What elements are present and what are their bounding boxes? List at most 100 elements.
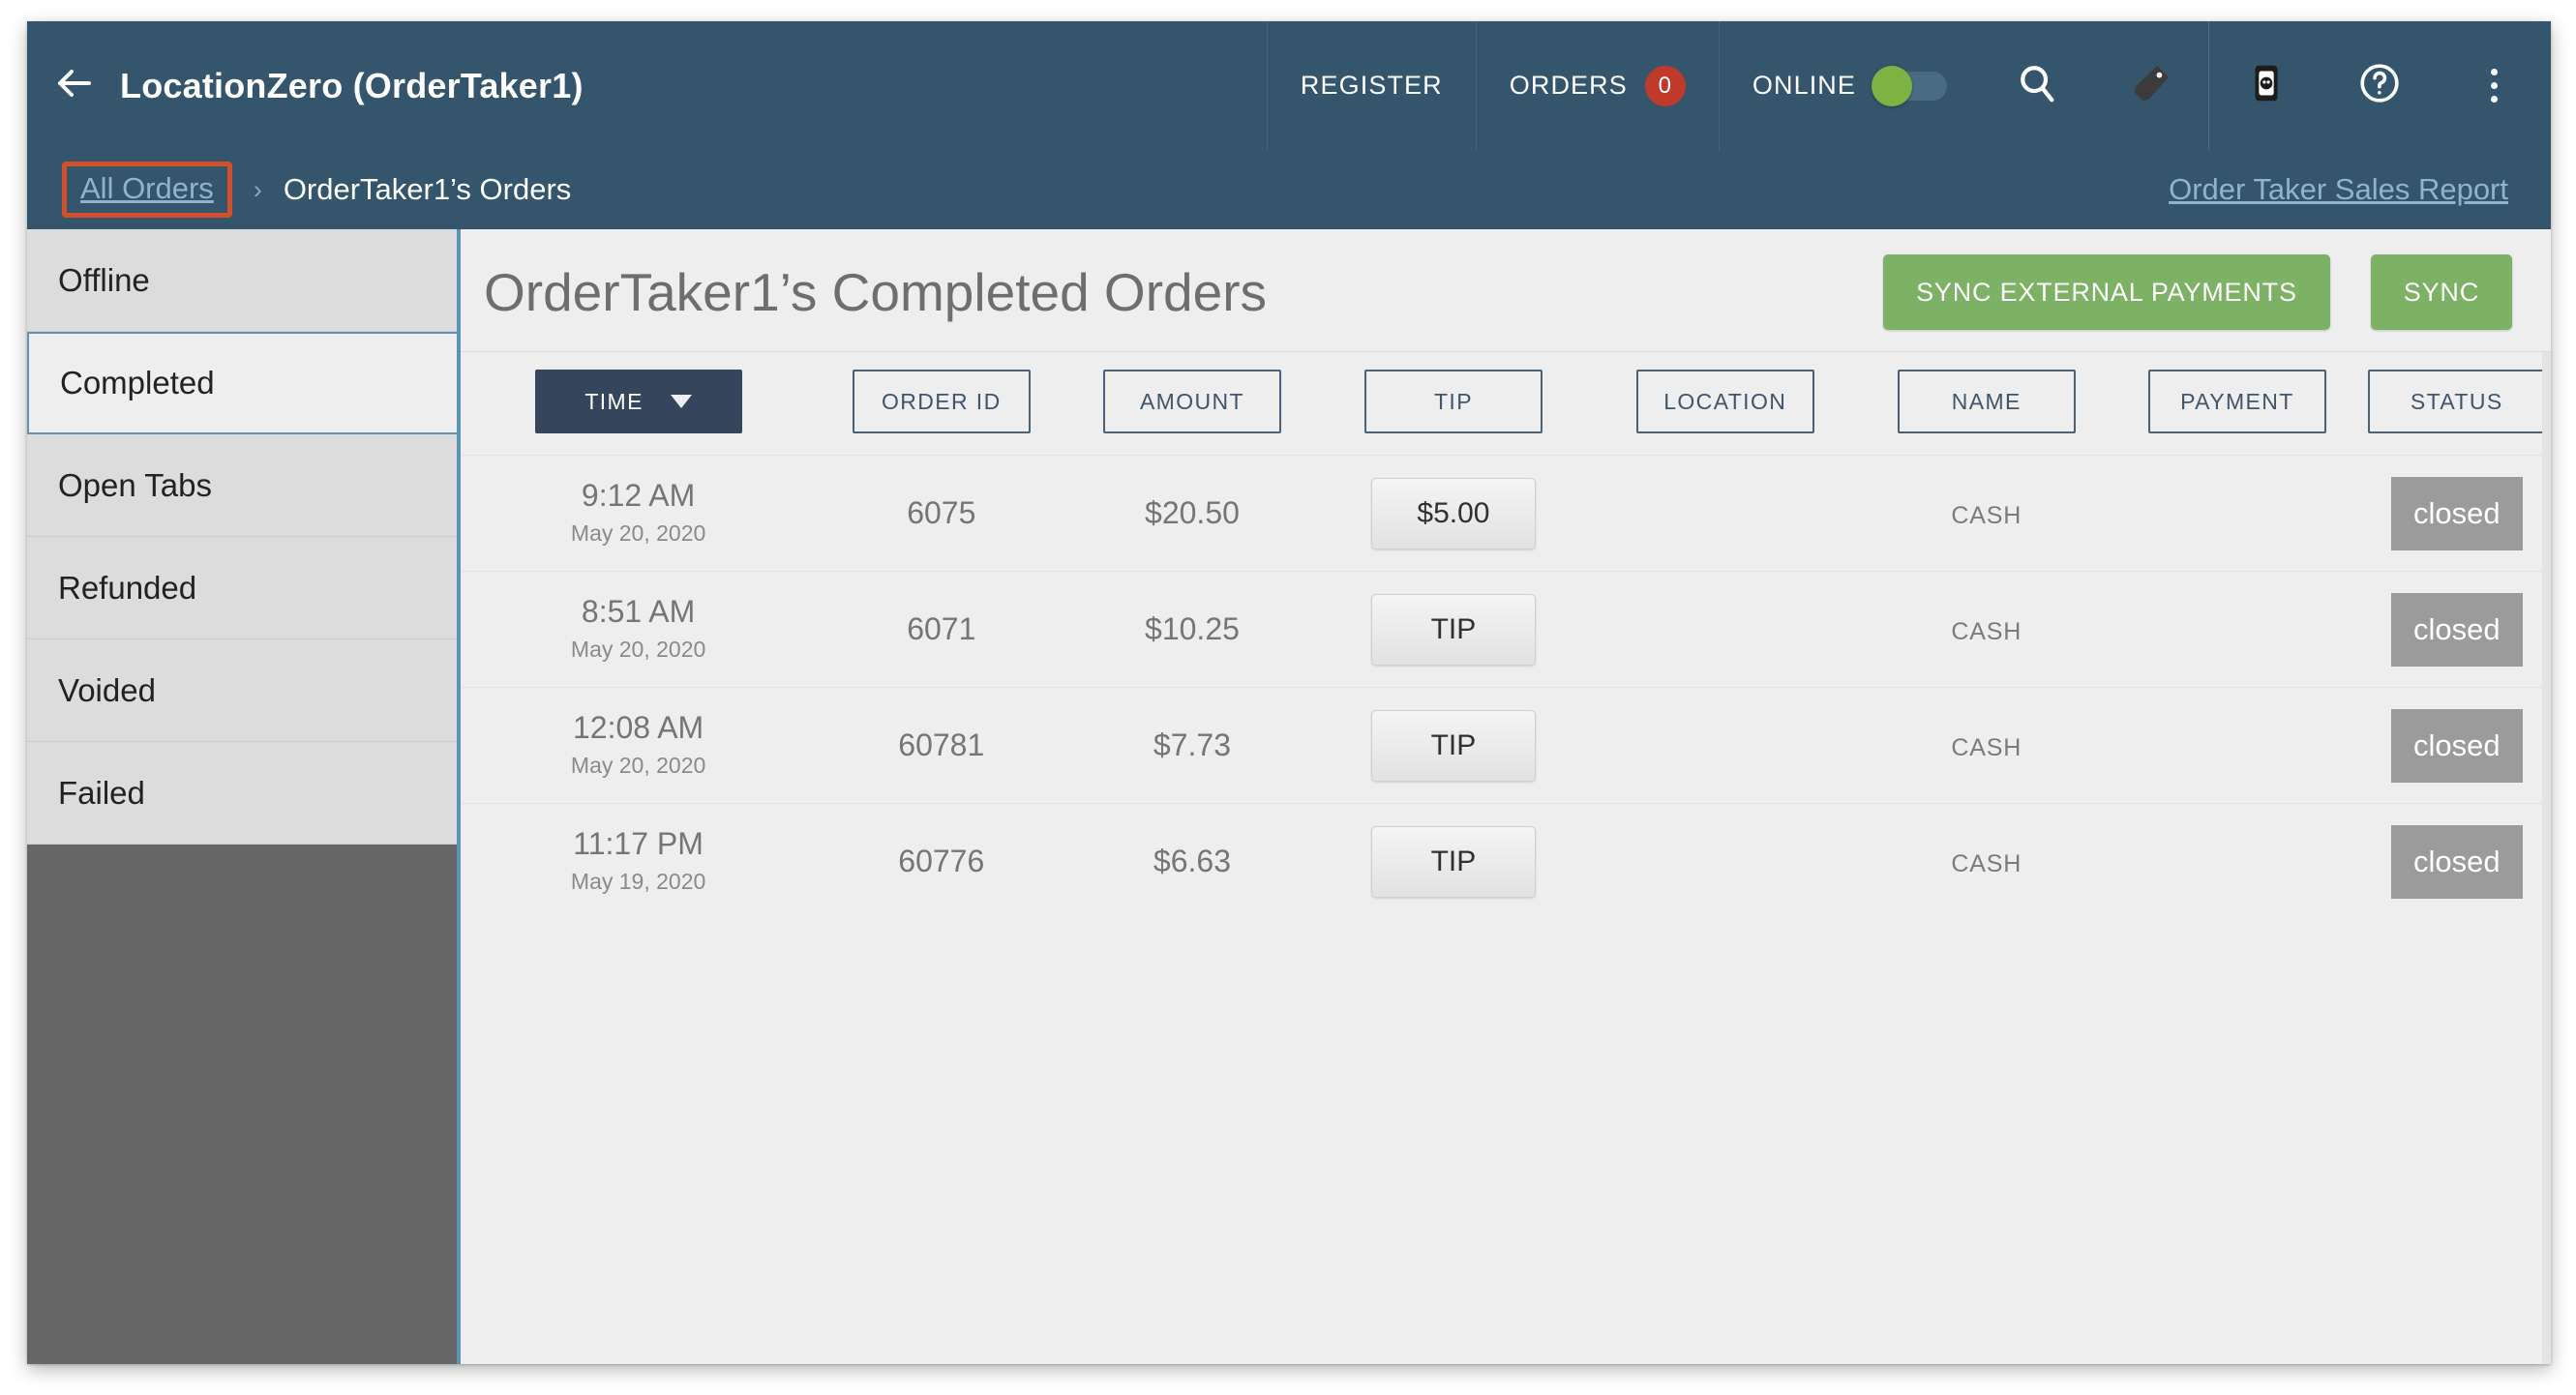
orders-label: ORDERS xyxy=(1509,71,1628,100)
sidebar-item-label: Offline xyxy=(58,261,150,298)
sidebar-item-offline[interactable]: Offline xyxy=(27,229,457,332)
order-time: 8:51 AM xyxy=(581,594,696,630)
column-header-tip-cell: TIP xyxy=(1317,352,1590,456)
column-header-amount-cell: AMOUNT xyxy=(1066,352,1318,456)
cell-order-id: 6075 xyxy=(907,495,976,530)
column-header-status[interactable]: STATUS xyxy=(2367,370,2546,433)
cell-name: CASH xyxy=(1861,456,2112,572)
column-header-location-cell: LOCATION xyxy=(1589,352,1862,456)
breadcrumb-bar: All Orders › OrderTaker1’s Orders Order … xyxy=(27,150,2551,229)
breadcrumb-link-all-orders[interactable]: All Orders xyxy=(80,171,214,206)
cell-location xyxy=(1589,804,1861,920)
orders-count-badge: 0 xyxy=(1644,65,1686,106)
cell-name: CASH xyxy=(1861,804,2112,920)
column-header-payment[interactable]: PAYMENT xyxy=(2147,370,2326,433)
tag-icon xyxy=(2129,61,2173,110)
status-badge: closed xyxy=(2390,824,2523,899)
tip-button[interactable]: TIP xyxy=(1370,593,1536,666)
order-date: May 20, 2020 xyxy=(570,519,706,546)
order-time: 12:08 AM xyxy=(572,710,704,746)
orders-table: TIME ORDER ID AMOUNT TIP LOCATION NAME P… xyxy=(461,352,2551,920)
payment-method-label: CASH xyxy=(1951,734,2022,761)
orders-button[interactable]: ORDERS 0 xyxy=(1475,21,1719,150)
cell-payment xyxy=(2112,804,2362,920)
help-button[interactable] xyxy=(2322,21,2437,150)
arrow-left-icon xyxy=(50,60,97,111)
sidebar-item-completed[interactable]: Completed xyxy=(27,332,457,434)
table-row[interactable]: 9:12 AM May 20, 2020 6075 $20.50 $5.00 C… xyxy=(461,455,2551,572)
page-title: OrderTaker1’s Completed Orders xyxy=(484,262,1268,322)
cell-name: CASH xyxy=(1861,572,2112,688)
breadcrumb: All Orders › OrderTaker1’s Orders xyxy=(62,162,571,218)
table-row[interactable]: 8:51 AM May 20, 2020 6071 $10.25 TIP CAS… xyxy=(461,571,2551,688)
column-header-order-id[interactable]: ORDER ID xyxy=(852,370,1031,433)
column-header-time-label: TIME xyxy=(584,388,644,414)
main-header: OrderTaker1’s Completed Orders SYNC EXTE… xyxy=(461,229,2551,351)
sidebar-item-open-tabs[interactable]: Open Tabs xyxy=(27,434,457,537)
sidebar: Offline Completed Open Tabs Refunded Voi… xyxy=(27,229,461,1364)
cell-amount: $10.25 xyxy=(1145,611,1240,646)
cell-status: closed xyxy=(2363,688,2551,804)
tip-button[interactable]: TIP xyxy=(1370,709,1536,782)
sync-button[interactable]: SYNC xyxy=(2370,254,2512,330)
search-icon xyxy=(2015,61,2059,110)
status-badge: closed xyxy=(2390,592,2523,667)
vertical-scrollbar[interactable] xyxy=(2542,352,2551,1364)
cell-time: 11:17 PM May 19, 2020 xyxy=(461,804,816,920)
sidebar-item-refunded[interactable]: Refunded xyxy=(27,537,457,639)
device-icon xyxy=(2244,61,2289,110)
column-header-amount[interactable]: AMOUNT xyxy=(1102,370,1281,433)
column-header-location[interactable]: LOCATION xyxy=(1635,370,1814,433)
tip-button[interactable]: $5.00 xyxy=(1370,477,1536,549)
orders-table-body: 9:12 AM May 20, 2020 6075 $20.50 $5.00 C… xyxy=(461,455,2551,920)
order-date: May 20, 2020 xyxy=(570,752,706,778)
cell-order-id: 60781 xyxy=(898,727,985,762)
order-taker-sales-report-link[interactable]: Order Taker Sales Report xyxy=(2169,172,2516,207)
table-row[interactable]: 11:17 PM May 19, 2020 60776 $6.63 TIP CA… xyxy=(461,803,2551,920)
cell-location xyxy=(1589,456,1861,572)
breadcrumb-separator-icon: › xyxy=(253,174,262,204)
column-header-time[interactable]: TIME xyxy=(534,370,742,433)
help-circle-icon xyxy=(2357,61,2402,110)
search-button[interactable] xyxy=(1980,21,2094,150)
cell-tip: TIP xyxy=(1318,688,1590,804)
table-header-row: TIME ORDER ID AMOUNT TIP LOCATION NAME P… xyxy=(461,352,2551,456)
sidebar-item-failed[interactable]: Failed xyxy=(27,742,457,845)
cell-order-id: 60776 xyxy=(898,844,985,879)
sort-descending-icon xyxy=(670,395,692,408)
cell-payment xyxy=(2112,572,2362,688)
app-window: LocationZero (OrderTaker1) REGISTER ORDE… xyxy=(27,21,2551,1364)
register-label: REGISTER xyxy=(1300,71,1443,100)
tag-button[interactable] xyxy=(2094,21,2208,150)
back-button[interactable] xyxy=(27,21,120,150)
breadcrumb-current: OrderTaker1’s Orders xyxy=(283,172,572,206)
column-header-name[interactable]: NAME xyxy=(1897,370,2076,433)
app-title: LocationZero (OrderTaker1) xyxy=(120,65,584,105)
cell-time: 12:08 AM May 20, 2020 xyxy=(461,688,816,804)
sidebar-item-voided[interactable]: Voided xyxy=(27,639,457,742)
sync-external-payments-button[interactable]: SYNC EXTERNAL PAYMENTS xyxy=(1883,254,2330,330)
overflow-menu-button[interactable] xyxy=(2437,21,2551,150)
online-label: ONLINE xyxy=(1752,71,1856,100)
cell-status: closed xyxy=(2363,456,2551,572)
tip-button[interactable]: TIP xyxy=(1370,825,1536,898)
status-badge: closed xyxy=(2390,708,2523,783)
column-header-tip[interactable]: TIP xyxy=(1363,370,1543,433)
order-date: May 20, 2020 xyxy=(570,636,706,662)
cell-tip: TIP xyxy=(1318,804,1590,920)
device-button[interactable] xyxy=(2208,21,2322,150)
table-row[interactable]: 12:08 AM May 20, 2020 60781 $7.73 TIP CA… xyxy=(461,687,2551,804)
column-header-order-id-cell: ORDER ID xyxy=(816,352,1067,456)
register-button[interactable]: REGISTER xyxy=(1266,21,1476,150)
online-switch-track[interactable] xyxy=(1872,65,1947,106)
app-bar: LocationZero (OrderTaker1) REGISTER ORDE… xyxy=(27,21,2551,150)
all-orders-highlight-box: All Orders xyxy=(62,162,232,218)
sidebar-item-label: Failed xyxy=(58,774,145,811)
main-content: OrderTaker1’s Completed Orders SYNC EXTE… xyxy=(461,229,2551,1364)
status-badge: closed xyxy=(2390,476,2523,550)
sidebar-filler xyxy=(27,845,457,1364)
order-date: May 19, 2020 xyxy=(570,869,706,895)
online-toggle[interactable]: ONLINE xyxy=(1718,21,1980,150)
cell-status: closed xyxy=(2363,804,2551,920)
sidebar-item-label: Completed xyxy=(60,365,215,401)
